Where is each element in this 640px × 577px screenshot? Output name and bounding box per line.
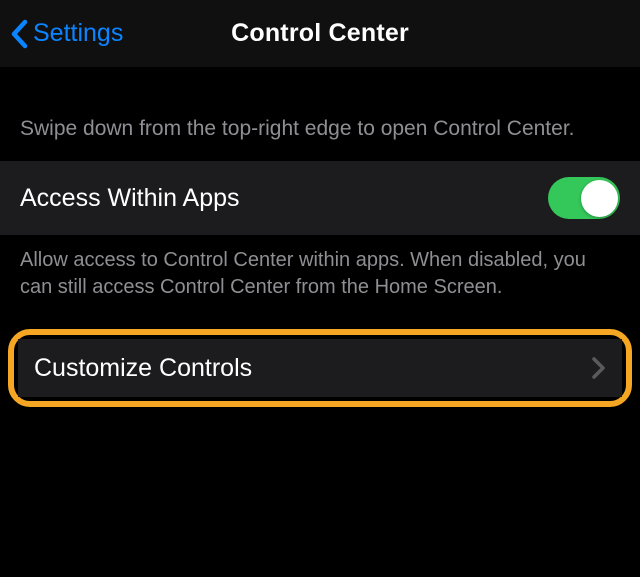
access-within-apps-label: Access Within Apps <box>20 184 240 213</box>
back-label: Settings <box>33 19 123 48</box>
customize-controls-label: Customize Controls <box>34 354 252 383</box>
chevron-right-icon <box>592 357 606 379</box>
settings-screen: Settings Control Center Swipe down from … <box>0 0 640 577</box>
chevron-left-icon <box>10 19 30 49</box>
toggle-knob <box>581 180 618 217</box>
customize-controls-cell[interactable]: Customize Controls <box>18 339 622 397</box>
access-within-apps-cell: Access Within Apps <box>0 161 640 235</box>
back-button[interactable]: Settings <box>0 19 123 49</box>
access-within-apps-toggle[interactable] <box>548 177 620 219</box>
navigation-bar: Settings Control Center <box>0 0 640 67</box>
highlight-annotation: Customize Controls <box>8 329 632 407</box>
access-within-apps-footnote: Allow access to Control Center within ap… <box>0 235 640 329</box>
section-header-description: Swipe down from the top-right edge to op… <box>0 67 640 161</box>
